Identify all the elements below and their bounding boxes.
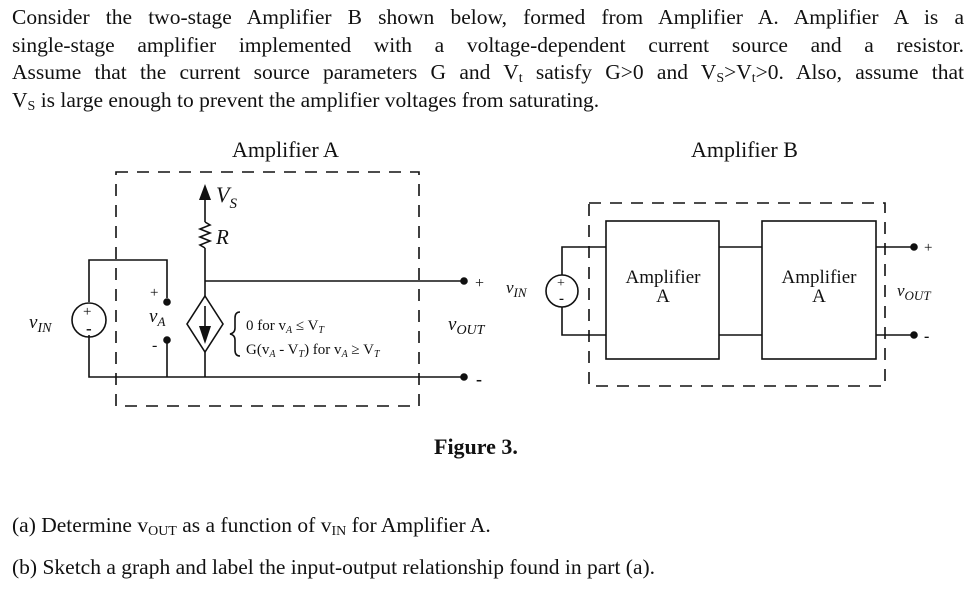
supply-arrow-icon [199,184,211,200]
b-vout-minus-terminal [910,331,918,339]
b-vin-top-wire [561,246,606,275]
va-minus-terminal [163,336,171,344]
piecewise-brace [229,311,241,357]
b-vin-minus-sign: - [559,291,564,307]
vout-minus-terminal [460,373,468,381]
stage-2-label-line-1: Amplifier [782,267,858,288]
amplifier-a-boundary [115,171,420,407]
supply-label: VS [216,182,237,212]
b-vout-plus-terminal [910,243,918,251]
question-a-prefix: (a) Determine v [12,513,149,537]
b-vout-plus-sign: + [924,240,932,256]
vin-minus-sign: - [86,319,92,338]
piecewise-case-1: 0 for vA ≤ VT [246,318,325,336]
piecewise-case-2: G(vA - VT) for vA ≥ VT [246,342,381,360]
va-label: vA [149,306,165,329]
vout-plus-sign: + [475,275,484,292]
b-vout-label: vOUT [897,281,931,303]
question-a-mid: as a function of v [176,513,332,537]
b-vin-label: vIN [506,278,528,300]
resistor-label: R [215,225,229,249]
vout-minus-sign: - [476,369,482,389]
resistor-icon [197,221,213,249]
vout-plus-terminal [460,277,468,285]
question-a-suffix: for Amplifier A. [346,513,491,537]
b-vin-bottom-wire [561,307,606,336]
stage-1-label-line-2: A [656,286,670,307]
sub-out: OUT [148,524,177,539]
va-plus-terminal [163,298,171,306]
question-b: (b) Sketch a graph and label the input-o… [12,555,656,579]
circuit-figure: VS R vIN + - + vA - + - vOUT 0 for vA ≤ … [29,171,932,407]
stage-1-label-line-1: Amplifier [626,267,702,288]
va-minus-sign: - [152,337,157,354]
question-a: (a) Determine vOUT as a function of vIN … [12,513,491,538]
vin-label: vIN [29,312,52,336]
vin-plus-sign: + [83,304,91,320]
sub-in: IN [331,524,347,539]
va-plus-sign: + [150,285,158,301]
figure-caption: Figure 3. [434,434,518,459]
b-vout-minus-sign: - [924,328,929,345]
stage-2-label-line-2: A [812,286,826,307]
b-vin-plus-sign: + [557,276,565,291]
vout-label: vOUT [448,314,486,338]
current-arrow-icon [199,326,211,344]
